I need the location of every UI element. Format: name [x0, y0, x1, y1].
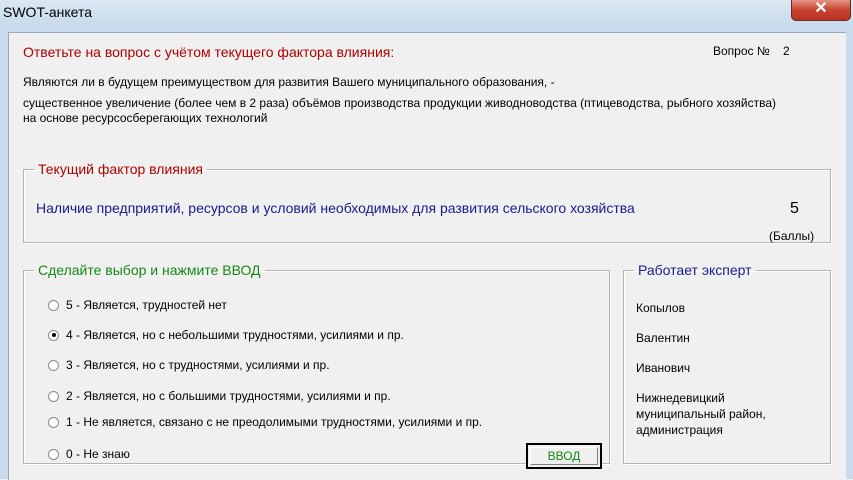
- radio-button-icon[interactable]: [48, 390, 59, 402]
- expert-org-line-1: Нижнедевицкий: [636, 391, 725, 405]
- current-factor-group: Текущий фактор влияния Наличие предприят…: [23, 161, 831, 243]
- question-prompt: Ответьте на вопрос с учётом текущего фак…: [23, 44, 395, 60]
- radio-button-icon[interactable]: [48, 416, 59, 428]
- option-4-label: 4 - Является, но с небольшими трудностям…: [66, 328, 404, 342]
- expert-patronymic: Иванович: [636, 361, 691, 375]
- radio-button-icon[interactable]: [48, 359, 59, 371]
- option-0-radio[interactable]: 0 - Не знаю: [48, 446, 130, 462]
- question-number-label: Вопрос №: [713, 44, 770, 58]
- choice-legend: Сделайте выбор и нажмите ВВОД: [38, 262, 261, 278]
- dialog-body: Ответьте на вопрос с учётом текущего фак…: [8, 32, 846, 480]
- close-icon: ✕: [814, 0, 828, 17]
- choice-group: Сделайте выбор и нажмите ВВОД 5 - Являет…: [23, 262, 610, 469]
- window-frame: Ответьте на вопрос с учётом текущего фак…: [0, 24, 853, 480]
- radio-button-icon[interactable]: [48, 299, 59, 311]
- option-1-radio[interactable]: 1 - Не является, связано с не преодолимы…: [48, 414, 482, 430]
- window-title: SWOT-анкета: [3, 4, 93, 20]
- expert-org-line-3: администрация: [636, 423, 723, 437]
- expert-first-name: Валентин: [636, 331, 690, 345]
- option-2-radio[interactable]: 2 - Является, но с большими трудностями,…: [48, 388, 391, 404]
- title-bar[interactable]: SWOT-анкета ✕: [0, 0, 853, 24]
- expert-legend: Работает эксперт: [638, 262, 752, 278]
- expert-group: Работает эксперт Копылов Валентин Иванов…: [623, 262, 831, 464]
- question-text-line-3: на основе ресурсосберегающих технологий: [23, 111, 268, 125]
- enter-button[interactable]: ВВОД: [526, 443, 602, 469]
- question-text-line-1: Являются ли в будущем преимуществом для …: [23, 75, 555, 89]
- expert-org-line-2: муниципальный район,: [636, 407, 766, 421]
- question-number: 2: [783, 44, 790, 58]
- option-4-radio[interactable]: 4 - Является, но с небольшими трудностям…: [48, 327, 404, 343]
- radio-button-icon[interactable]: [48, 448, 59, 460]
- option-0-label: 0 - Не знаю: [66, 447, 130, 461]
- option-3-radio[interactable]: 3 - Является, но с трудностями, усилиями…: [48, 357, 330, 373]
- factor-score: 5: [790, 200, 799, 217]
- enter-button-label: ВВОД: [530, 447, 598, 465]
- option-2-label: 2 - Является, но с большими трудностями,…: [66, 389, 391, 403]
- factor-score-unit: (Баллы): [769, 229, 815, 243]
- expert-last-name: Копылов: [636, 301, 685, 315]
- option-5-label: 5 - Является, трудностей нет: [66, 298, 227, 312]
- current-factor-text: Наличие предприятий, ресурсов и условий …: [36, 200, 635, 216]
- option-1-label: 1 - Не является, связано с не преодолимы…: [66, 415, 483, 429]
- current-factor-legend: Текущий фактор влияния: [38, 161, 204, 177]
- question-text-line-2: существенное увеличение (более чем в 2 р…: [23, 96, 777, 110]
- option-3-label: 3 - Является, но с трудностями, усилиями…: [66, 358, 330, 372]
- option-5-radio[interactable]: 5 - Является, трудностей нет: [48, 297, 227, 313]
- radio-button-selected-icon[interactable]: [48, 329, 59, 341]
- close-button[interactable]: ✕: [791, 0, 851, 21]
